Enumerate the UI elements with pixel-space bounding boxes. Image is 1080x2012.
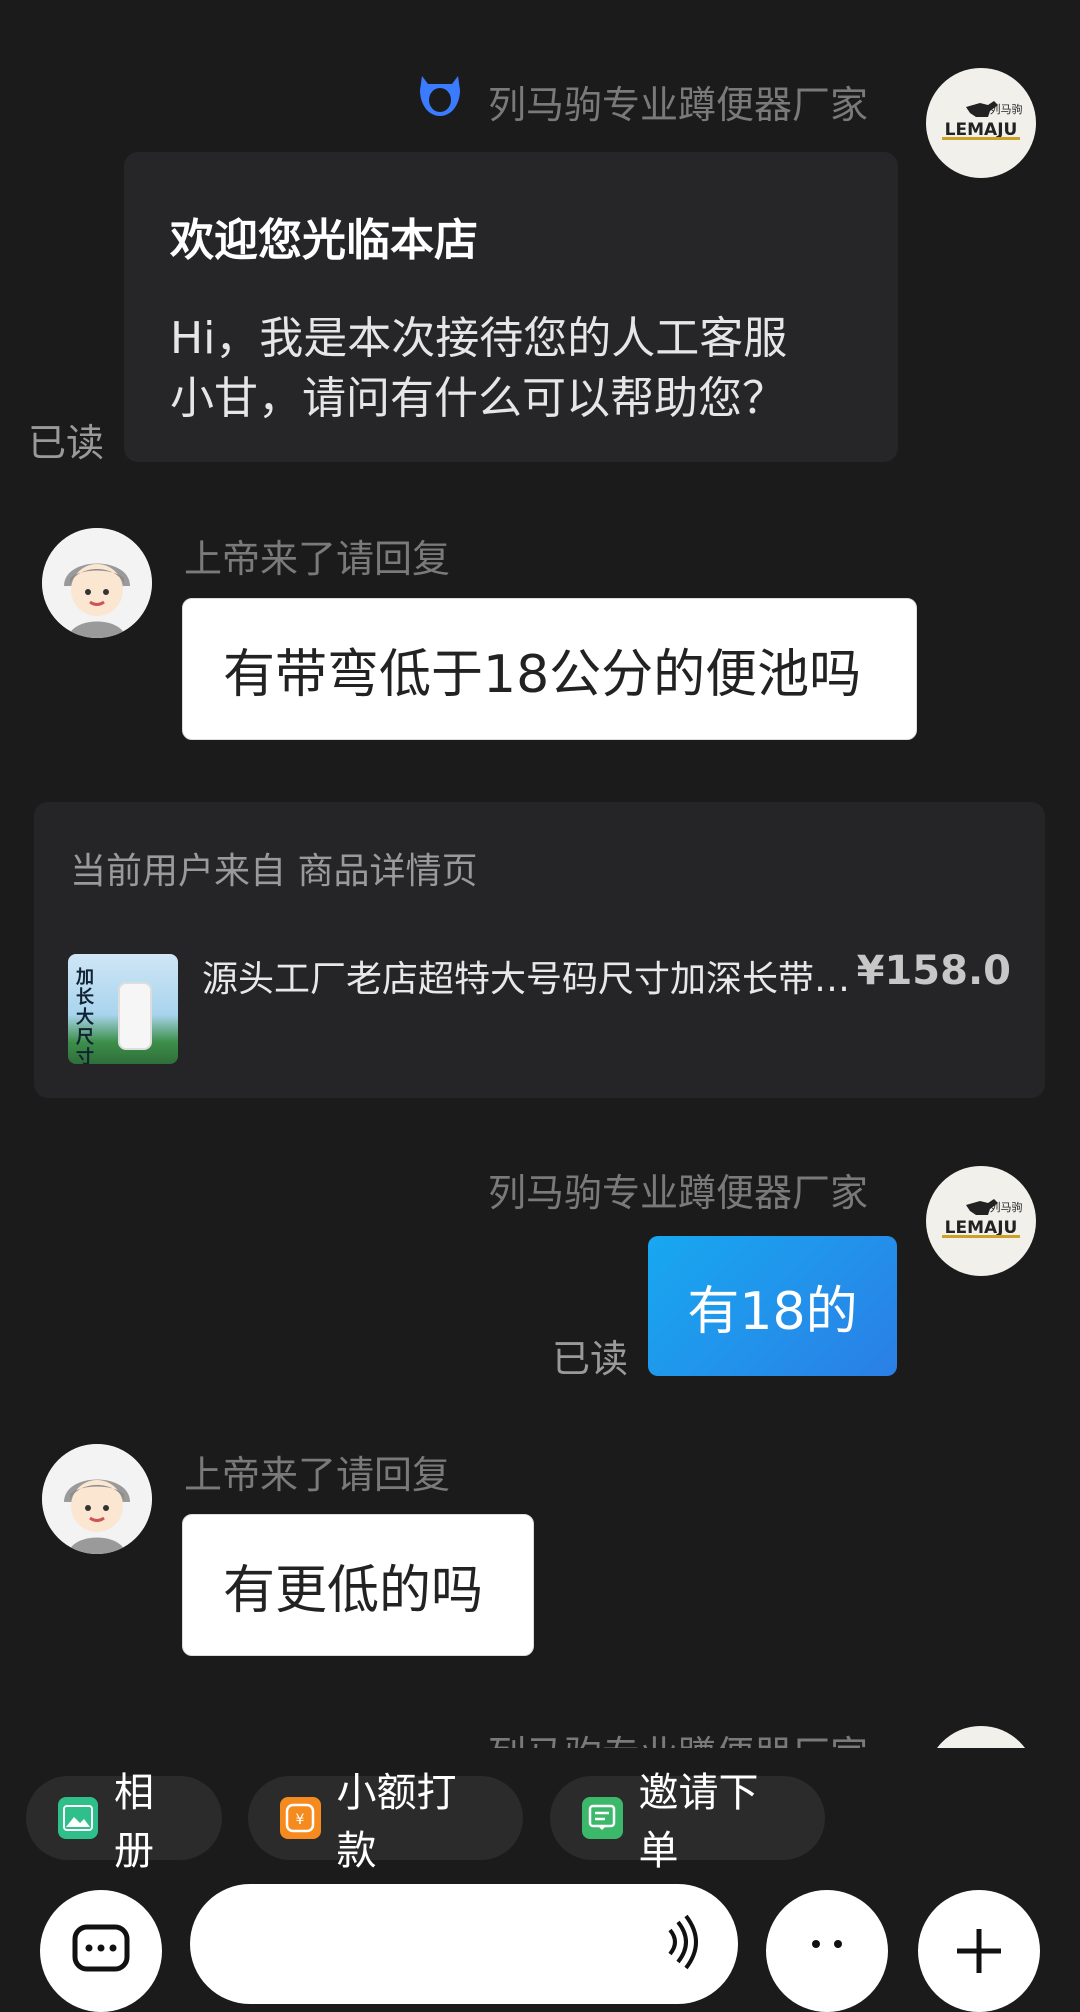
album-icon	[58, 1797, 98, 1839]
product-source-card[interactable]: 当前用户来自 商品详情页 加长大尺寸 源头工厂老店超特大号码尺寸加深长带… ¥1…	[34, 802, 1045, 1098]
welcome-body-line: Hi，我是本次接待您的人工客服	[170, 313, 788, 364]
read-status: 已读	[28, 421, 105, 465]
more-button[interactable]	[918, 1890, 1040, 2012]
chat-bubble-icon	[72, 1924, 130, 1972]
order-invite-icon	[582, 1797, 623, 1839]
text-mode-button[interactable]	[40, 1890, 162, 2012]
user-avatar[interactable]	[42, 1444, 152, 1554]
welcome-title: 欢迎您光临本店	[170, 215, 478, 266]
product-thumbnail[interactable]: 加长大尺寸	[68, 954, 178, 1064]
message-list-clip: 列马驹专业蹲便器厂家	[0, 1724, 1080, 1748]
shop-avatar[interactable]: 列马驹 LEMAJU	[926, 68, 1036, 178]
emoji-icon	[812, 1940, 842, 1948]
voice-icon[interactable]	[662, 1912, 702, 1972]
small-payment-button[interactable]: ¥ 小额打款	[248, 1770, 523, 1874]
source-label: 当前用户来自 商品详情页	[70, 851, 478, 892]
shop-logo-icon: 列马驹 LEMAJU	[942, 101, 1023, 140]
payment-icon: ¥	[280, 1797, 321, 1839]
product-thumb-text: 加长大尺寸	[76, 967, 94, 1065]
toilet-image-icon	[118, 982, 152, 1050]
sender-name: 列马驹专业蹲便器厂家	[488, 83, 869, 127]
welcome-body-line: 小甘，请问有什么可以帮助您？	[170, 373, 786, 424]
sender-name: 列马驹专业蹲便器厂家	[488, 1724, 868, 1748]
shop-logo-icon: 列马驹 LEMAJU	[942, 1199, 1023, 1238]
sender-name: 列马驹专业蹲便器厂家	[488, 1171, 869, 1215]
cartoon-avatar-icon	[42, 1444, 152, 1554]
svg-text:列马驹: 列马驹	[990, 1200, 1023, 1214]
album-button[interactable]: 相册	[26, 1770, 222, 1874]
shop-badge-icon	[414, 70, 466, 122]
product-price: ¥158.0	[856, 948, 1011, 994]
shop-message-bubble[interactable]: 有18的	[648, 1236, 897, 1376]
svg-text:列马驹: 列马驹	[990, 102, 1023, 116]
plus-icon	[957, 1929, 1001, 1973]
emoji-button[interactable]	[766, 1890, 888, 2012]
message-input[interactable]	[190, 1884, 738, 2004]
read-status: 已读	[552, 1337, 629, 1381]
welcome-message-bubble[interactable]: 欢迎您光临本店 Hi，我是本次接待您的人工客服 小甘，请问有什么可以帮助您？	[124, 152, 898, 462]
album-label: 相册	[113, 1770, 154, 1874]
product-title: 源头工厂老店超特大号码尺寸加深长带…	[202, 959, 851, 1000]
user-message-bubble[interactable]: 有带弯低于18公分的便池吗	[182, 598, 917, 740]
small-payment-label: 小额打款	[336, 1770, 457, 1874]
svg-text:¥: ¥	[296, 1812, 305, 1828]
invite-order-label: 邀请下单	[638, 1770, 759, 1874]
shop-avatar[interactable]	[926, 1726, 1036, 1748]
cartoon-avatar-icon	[42, 528, 152, 638]
user-avatar[interactable]	[42, 528, 152, 638]
shop-avatar[interactable]: 列马驹 LEMAJU	[926, 1166, 1036, 1276]
user-message-bubble[interactable]: 有更低的吗	[182, 1514, 534, 1656]
sender-name: 上帝来了请回复	[184, 1453, 451, 1497]
sender-name: 上帝来了请回复	[184, 537, 451, 581]
invite-order-button[interactable]: 邀请下单	[550, 1770, 825, 1874]
